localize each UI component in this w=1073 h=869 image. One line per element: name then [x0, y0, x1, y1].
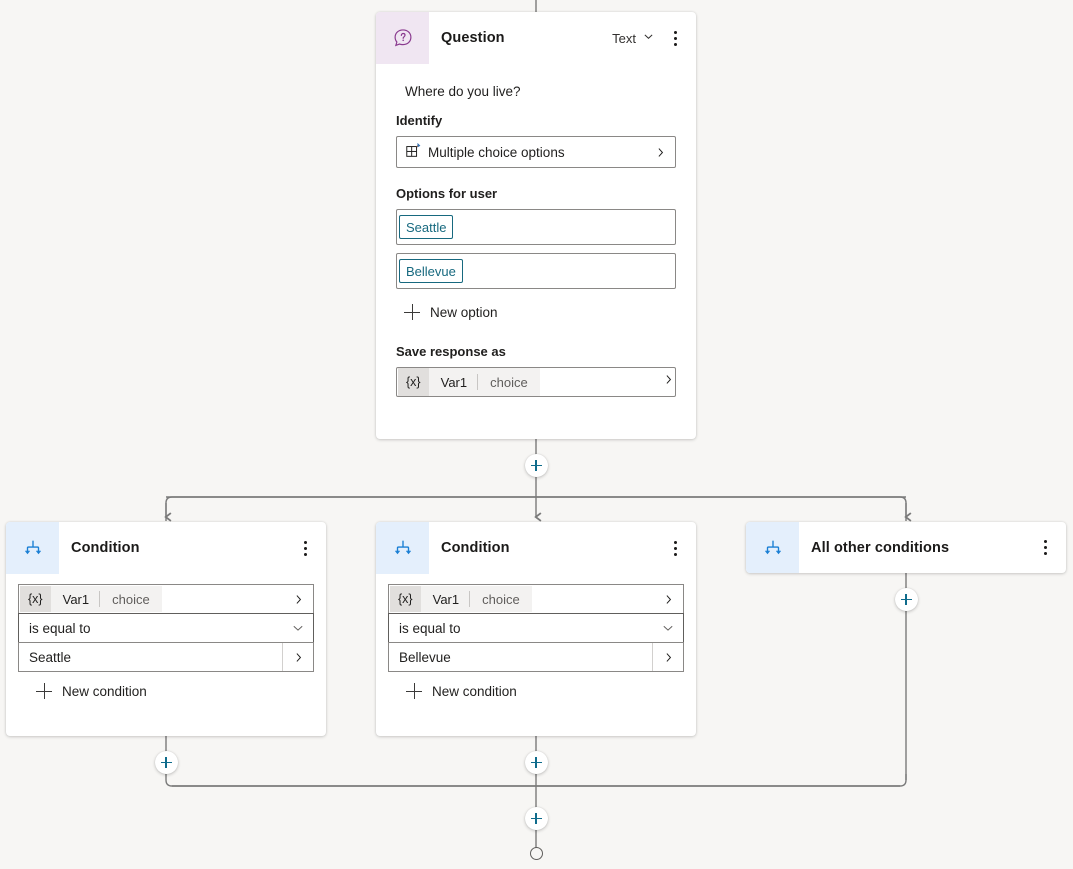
variable-name: Var1: [429, 375, 478, 390]
option-row[interactable]: Bellevue: [396, 253, 676, 289]
new-condition-button-1[interactable]: New condition: [18, 672, 314, 699]
multiple-choice-grid-icon: [405, 143, 421, 162]
all-other-conditions-header: All other conditions: [746, 522, 1066, 573]
condition-card-1-title: Condition: [59, 540, 291, 556]
identify-field[interactable]: Multiple choice options: [396, 136, 676, 168]
variable-pill: {x} Var1 choice: [398, 368, 540, 396]
new-option-button[interactable]: New option: [396, 297, 676, 320]
add-node-after-branch-1[interactable]: [155, 751, 178, 774]
new-condition-button-2[interactable]: New condition: [388, 672, 684, 699]
chevron-right-icon: [662, 373, 675, 391]
condition-1-operator-field[interactable]: is equal to: [18, 613, 314, 643]
identify-value: Multiple choice options: [428, 145, 565, 160]
options-label: Options for user: [396, 186, 676, 201]
condition-card-1-body: {x} Var1 choice is equal to: [6, 574, 326, 711]
condition-card-2[interactable]: Condition {x} Var1 choice: [376, 522, 696, 736]
condition-card-2-more-options-icon[interactable]: [661, 533, 689, 563]
question-type-label: Text: [612, 31, 636, 46]
condition-2-variable-field[interactable]: {x} Var1 choice: [388, 584, 684, 614]
new-option-label: New option: [430, 305, 498, 320]
add-node-after-question[interactable]: [525, 454, 548, 477]
condition-card-1-header: Condition: [6, 522, 326, 574]
identify-label: Identify: [396, 113, 676, 128]
question-bubble-icon: [376, 12, 429, 64]
all-other-conditions-more-options-icon[interactable]: [1031, 533, 1059, 563]
new-condition-label: New condition: [62, 684, 147, 699]
variable-token: {x}: [398, 368, 429, 396]
question-card[interactable]: Question Text Where do you live? Identif…: [376, 12, 696, 439]
option-chip[interactable]: Bellevue: [399, 259, 463, 283]
option-row[interactable]: Seattle: [396, 209, 676, 245]
new-condition-label: New condition: [432, 684, 517, 699]
plus-icon: [36, 683, 52, 699]
condition-2-operator-value: is equal to: [389, 621, 653, 636]
variable-property: choice: [478, 375, 540, 390]
question-card-header: Question Text: [376, 12, 696, 64]
condition-1-value: Seattle: [19, 650, 282, 665]
chevron-right-icon: [652, 643, 683, 671]
condition-card-2-body: {x} Var1 choice is equal to: [376, 574, 696, 711]
condition-card-2-title: Condition: [429, 540, 661, 556]
add-node-after-branch-2[interactable]: [525, 751, 548, 774]
variable-name: Var1: [51, 592, 100, 607]
save-response-label: Save response as: [396, 344, 676, 359]
question-card-title: Question: [429, 30, 612, 46]
condition-card-2-header: Condition: [376, 522, 696, 574]
add-node-after-merge[interactable]: [525, 807, 548, 830]
condition-2-value-field[interactable]: Bellevue: [388, 642, 684, 672]
option-chip[interactable]: Seattle: [399, 215, 453, 239]
variable-token: {x}: [20, 586, 51, 612]
save-response-variable-field[interactable]: {x} Var1 choice: [396, 367, 676, 397]
variable-token: {x}: [390, 586, 421, 612]
condition-card-1-more-options-icon[interactable]: [291, 533, 319, 563]
question-prompt-text: Where do you live?: [396, 64, 676, 113]
chevron-down-icon: [653, 621, 683, 635]
all-other-conditions-title: All other conditions: [799, 540, 1031, 556]
add-node-after-branch-3[interactable]: [895, 588, 918, 611]
condition-2-value: Bellevue: [389, 650, 652, 665]
variable-pill: {x} Var1 choice: [20, 586, 162, 612]
question-card-body: Where do you live? Identify Multiple cho…: [376, 64, 696, 413]
flow-end-node[interactable]: [530, 847, 543, 860]
plus-icon: [406, 683, 422, 699]
variable-property: choice: [100, 592, 162, 607]
condition-branch-icon: [746, 522, 799, 573]
variable-pill: {x} Var1 choice: [390, 586, 532, 612]
plus-icon: [404, 304, 420, 320]
condition-1-value-field[interactable]: Seattle: [18, 642, 314, 672]
chevron-down-icon: [642, 30, 655, 46]
question-more-options-icon[interactable]: [661, 23, 689, 53]
chevron-right-icon: [283, 593, 313, 606]
condition-card-1[interactable]: Condition {x} Var1 choice: [6, 522, 326, 736]
chevron-right-icon: [645, 146, 675, 159]
variable-property: choice: [470, 592, 532, 607]
chevron-down-icon: [283, 621, 313, 635]
condition-2-operator-field[interactable]: is equal to: [388, 613, 684, 643]
condition-branch-icon: [6, 522, 59, 574]
all-other-conditions-card[interactable]: All other conditions: [746, 522, 1066, 573]
condition-branch-icon: [376, 522, 429, 574]
condition-1-variable-field[interactable]: {x} Var1 choice: [18, 584, 314, 614]
question-type-selector[interactable]: Text: [612, 30, 655, 46]
chevron-right-icon: [282, 643, 313, 671]
flow-canvas: Question Text Where do you live? Identif…: [0, 0, 1073, 869]
variable-name: Var1: [421, 592, 470, 607]
chevron-right-icon: [653, 593, 683, 606]
condition-1-operator-value: is equal to: [19, 621, 283, 636]
